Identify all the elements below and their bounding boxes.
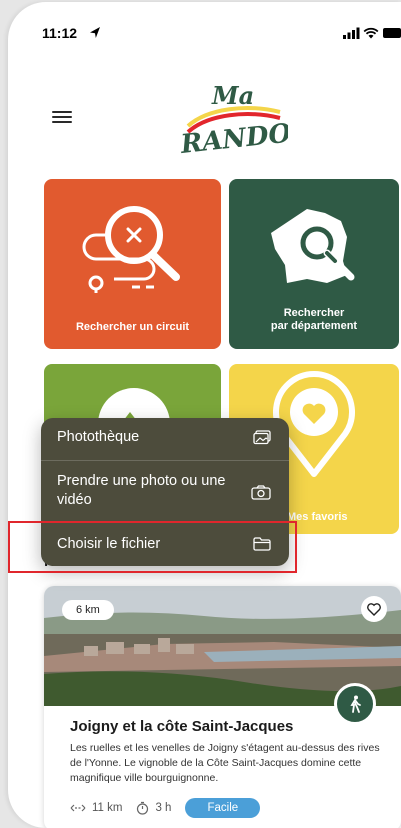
logo-text-top: Ma [211, 81, 254, 110]
magnifier-trail-icon [82, 206, 180, 293]
meta-duration: 3 h [136, 801, 171, 815]
tile-search-department[interactable]: Rechercher par département [229, 179, 399, 349]
favorite-button[interactable] [361, 596, 387, 622]
tile-favorites-label: Mes favoris [287, 511, 348, 523]
tile-search-department-label-line2: par département [270, 320, 358, 332]
camera-icon [251, 485, 271, 500]
menu-item-take-photo-label: Prendre une photo ou une vidéo [57, 473, 226, 508]
signal-icon [343, 27, 360, 39]
heart-outline-icon [367, 602, 381, 616]
status-bar: 11:12 [8, 2, 401, 62]
distance-arrows-icon [70, 804, 86, 812]
ma-rando-logo: Ma RANDO [178, 81, 288, 160]
walking-person-icon [350, 695, 361, 713]
menu-item-choose-file-label: Choisir le fichier [57, 536, 161, 552]
stopwatch-icon [137, 801, 149, 815]
meta-distance-value: 11 km [92, 802, 123, 814]
menu-separator [41, 522, 289, 523]
screenshot-frame: 11:12 Ma RANDO Rechercher un circuit Rec… [0, 0, 401, 828]
tile-search-circuit[interactable]: Rechercher un circuit [44, 179, 221, 349]
tile-search-department-label: Rechercher par département [229, 307, 399, 333]
meta-distance: 11 km [70, 802, 122, 814]
phone-screen: 11:12 Ma RANDO Rechercher un circuit Rec… [8, 2, 401, 828]
location-arrow-icon [90, 27, 100, 38]
hamburger-menu-button[interactable] [52, 108, 74, 126]
distance-badge: 6 km [62, 600, 114, 620]
france-map-search-icon [271, 209, 355, 283]
tile-search-circuit-label: Rechercher un circuit [75, 321, 190, 333]
card-meta: 11 km 3 h Facile [70, 797, 261, 819]
difficulty-badge: Facile [185, 798, 261, 818]
folder-icon [253, 537, 271, 551]
hiking-type-badge [334, 683, 376, 725]
card-description: Les ruelles et les venelles de Joigny s'… [70, 742, 380, 784]
meta-duration-value: 3 h [155, 802, 172, 814]
wifi-icon [363, 27, 379, 39]
menu-item-photo-library[interactable]: Photothèque [41, 428, 289, 452]
card-title: Joigny et la côte Saint-Jacques [70, 718, 294, 735]
photo-library-icon [253, 430, 271, 445]
status-time: 11:12 [42, 25, 78, 41]
recommendation-card[interactable]: 6 km Joigny et la côte Saint-Jacques Les… [44, 586, 401, 828]
status-icons [341, 26, 401, 40]
menu-item-take-photo[interactable]: Prendre une photo ou une vidéo [41, 472, 289, 512]
menu-item-choose-file[interactable]: Choisir le fichier [41, 535, 289, 559]
file-picker-menu: Photothèque Prendre une photo ou une vid… [41, 418, 289, 566]
menu-item-photo-library-label: Photothèque [57, 429, 140, 445]
menu-separator [41, 460, 289, 461]
tile-search-department-label-line1: Rechercher [283, 307, 345, 319]
battery-icon [383, 28, 401, 38]
